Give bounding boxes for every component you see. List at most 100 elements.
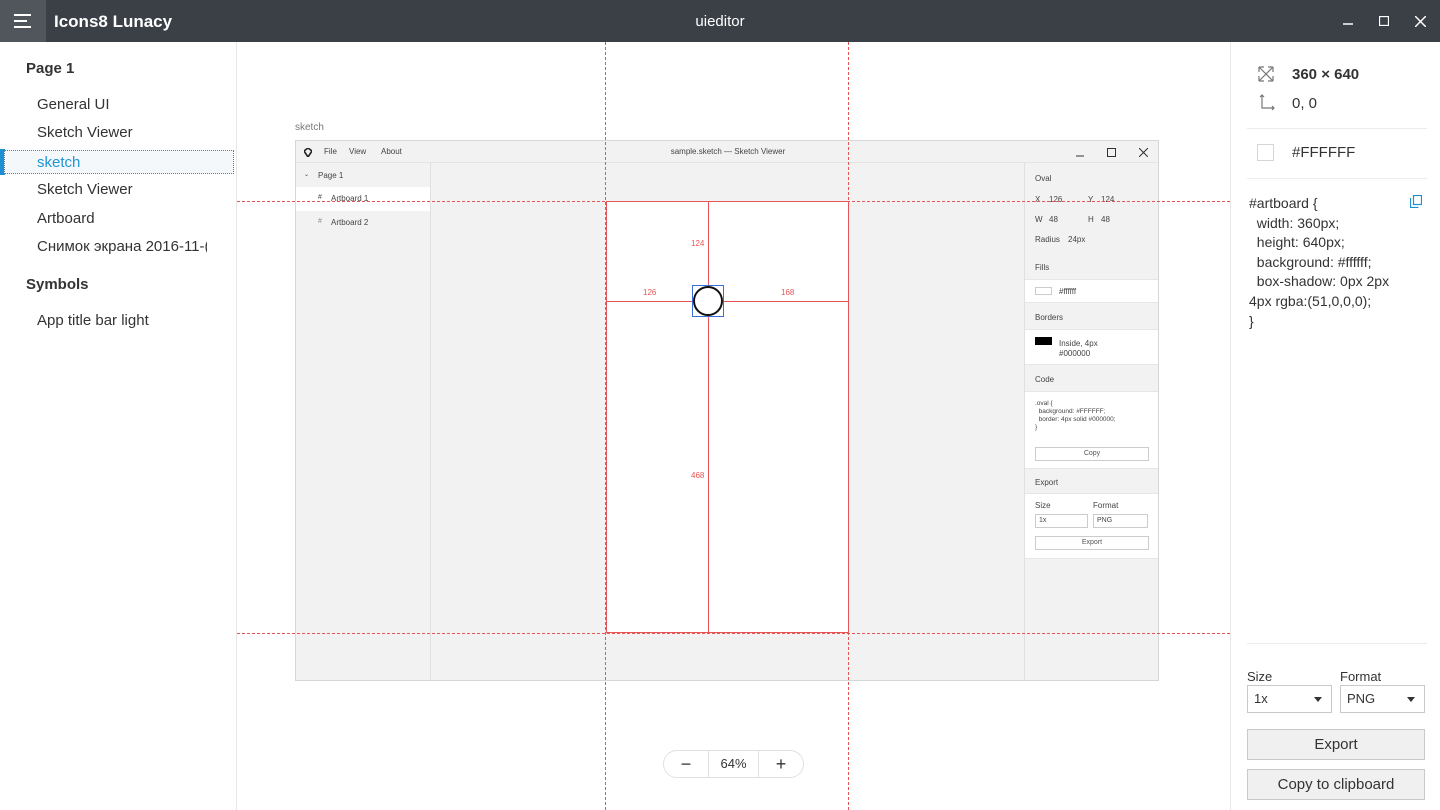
guide-line-vertical	[605, 42, 606, 810]
layer-item-selected[interactable]: sketch	[4, 150, 234, 174]
screenshot-format-value: PNG	[1097, 517, 1113, 524]
screenshot-close-icon	[1139, 148, 1148, 157]
screenshot-x-value: 126	[1049, 195, 1063, 204]
screenshot-borders-section: Borders	[1035, 313, 1064, 322]
screenshot-h-label: H	[1088, 215, 1094, 224]
screenshot-y-value: 124	[1101, 195, 1115, 204]
close-icon	[1414, 15, 1426, 27]
position-value[interactable]: 0, 0	[1292, 95, 1317, 112]
screenshot-export-section: Export	[1035, 478, 1059, 487]
screenshot-size-label: Size	[1035, 501, 1051, 510]
screenshot-export-block: Size Format 1x PNG Export	[1025, 493, 1158, 559]
layers-sidebar: Page 1 General UI Sketch Viewer sketch S…	[0, 42, 237, 810]
measure-line-horizontal	[607, 301, 848, 302]
close-button[interactable]	[1403, 0, 1437, 42]
screenshot-border-swatch	[1035, 337, 1052, 345]
canvas[interactable]: sketch File View About sample.sketch — S…	[237, 42, 1230, 810]
screenshot-export-button: Export	[1035, 536, 1149, 550]
fill-row: #FFFFFF	[1257, 144, 1355, 161]
screenshot-inspector: Oval X 126 Y 124 W 48 H 48 Radius 24px F…	[1024, 163, 1158, 680]
screenshot-y-label: Y	[1088, 195, 1094, 204]
screenshot-grid-icon: #	[318, 218, 322, 225]
screenshot-fill-row: #ffffff	[1025, 279, 1158, 303]
artboard-screenshot[interactable]: File View About sample.sketch — Sketch V…	[295, 140, 1159, 681]
oval-shape	[693, 286, 723, 316]
symbol-item[interactable]: App title bar light	[0, 309, 235, 333]
screenshot-fill-swatch	[1035, 287, 1052, 295]
position-row: 0, 0	[1257, 94, 1317, 112]
page-header[interactable]: Page 1	[26, 60, 74, 77]
zoom-out-button[interactable]: −	[664, 751, 708, 777]
layer-item[interactable]: Artboard	[0, 207, 235, 231]
size-label: Size	[1247, 669, 1273, 684]
layer-item[interactable]: Снимок экрана 2016-11-(	[0, 235, 207, 259]
size-select[interactable]: 1x	[1247, 685, 1332, 713]
maximize-icon	[1379, 16, 1389, 26]
screenshot-copy-button: Copy	[1035, 447, 1149, 461]
screenshot-radius-value: 24px	[1068, 235, 1086, 244]
measure-left: 126	[643, 288, 657, 297]
divider	[1247, 128, 1427, 129]
screenshot-size-select: 1x	[1035, 514, 1088, 528]
screenshot-grid-icon: #	[318, 194, 322, 201]
divider	[1247, 178, 1427, 179]
screenshot-size-value: 1x	[1039, 517, 1047, 524]
screenshot-page: Page 1	[318, 171, 344, 180]
divider	[1247, 643, 1427, 644]
screenshot-code-text: .oval { background: #FFFFFF; border: 4px…	[1035, 400, 1116, 431]
measure-bottom: 468	[691, 471, 705, 480]
measure-top: 124	[691, 239, 705, 248]
screenshot-fills-section: Fills	[1035, 263, 1050, 272]
resize-icon	[1258, 66, 1274, 82]
fill-value[interactable]: #FFFFFF	[1292, 144, 1355, 161]
guide-line-horizontal	[237, 633, 1230, 634]
guide-line-horizontal	[237, 201, 1230, 202]
layer-item[interactable]: Sketch Viewer	[0, 178, 235, 202]
screenshot-radius-label: Radius	[1035, 235, 1060, 244]
minimize-button[interactable]	[1331, 0, 1365, 42]
chevron-down-icon	[1314, 697, 1322, 702]
screenshot-title-bar: File View About sample.sketch — Sketch V…	[296, 141, 1158, 163]
layer-item[interactable]: General UI	[0, 93, 235, 117]
screenshot-border-row: Inside, 4px #000000	[1025, 329, 1158, 365]
screenshot-x-label: X	[1035, 195, 1041, 204]
guide-line-vertical	[848, 42, 849, 810]
dimensions-row: 360 × 640	[1257, 65, 1359, 83]
screenshot-title: sample.sketch — Sketch Viewer	[670, 147, 786, 156]
hamburger-icon	[14, 14, 31, 16]
document-title: uieditor	[695, 13, 745, 30]
zoom-control: − 64% +	[663, 750, 804, 778]
css-code[interactable]: #artboard { width: 360px; height: 640px;…	[1249, 194, 1419, 331]
format-select-value: PNG	[1347, 691, 1376, 706]
screenshot-w-label: W	[1035, 215, 1043, 224]
screenshot-fill-value: #ffffff	[1059, 287, 1077, 296]
size-select-value: 1x	[1254, 691, 1268, 706]
export-button[interactable]: Export	[1247, 729, 1425, 760]
zoom-level[interactable]: 64%	[708, 751, 759, 777]
screenshot-code-block: .oval { background: #FFFFFF; border: 4px…	[1025, 391, 1158, 469]
fill-swatch[interactable]	[1257, 144, 1274, 161]
artboard-label[interactable]: sketch	[295, 122, 324, 133]
symbols-header[interactable]: Symbols	[26, 276, 89, 293]
maximize-button[interactable]	[1367, 0, 1401, 42]
copy-to-clipboard-button[interactable]: Copy to clipboard	[1247, 769, 1425, 800]
hamburger-menu-button[interactable]	[0, 0, 46, 42]
copy-icon[interactable]	[1410, 195, 1422, 208]
layer-item[interactable]: Sketch Viewer	[0, 121, 235, 145]
title-bar: Icons8 Lunacy uieditor	[0, 0, 1440, 42]
screenshot-oval-section: Oval	[1035, 174, 1052, 183]
screenshot-h-value: 48	[1101, 215, 1110, 224]
screenshot-layers-pane: ⌄ Page 1 # Artboard 1 # Artboard 2	[296, 163, 431, 680]
inspector-panel: 360 × 640 0, 0 #FFFFFF #artboard { width…	[1230, 42, 1440, 810]
screenshot-minimize-icon	[1076, 155, 1084, 157]
format-select[interactable]: PNG	[1340, 685, 1425, 713]
dimensions-value[interactable]: 360 × 640	[1292, 66, 1359, 83]
screenshot-artboard: 124 126 168 468	[606, 201, 849, 633]
measure-right: 168	[781, 288, 795, 297]
minimize-icon	[1343, 23, 1353, 25]
screenshot-code-section: Code	[1035, 375, 1055, 384]
screenshot-border-line2: #000000	[1059, 349, 1091, 358]
hamburger-icon-line	[14, 20, 27, 22]
screenshot-border-line1: Inside, 4px	[1059, 339, 1098, 348]
zoom-in-button[interactable]: +	[759, 751, 803, 777]
